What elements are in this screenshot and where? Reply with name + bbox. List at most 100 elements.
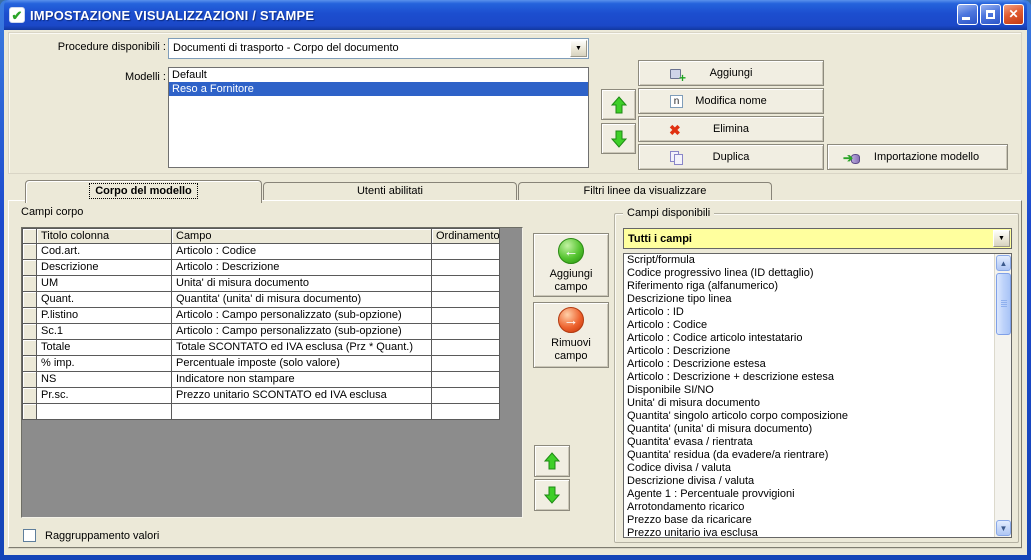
ordinamento-cell[interactable] (432, 404, 500, 420)
table-row[interactable]: NS Indicatore non stampare (23, 372, 500, 388)
rimuovi-campo-button[interactable]: → Rimuovi campo (533, 302, 609, 368)
row-selector-cell[interactable] (23, 308, 37, 324)
campo-cell[interactable]: Articolo : Campo personalizzato (sub-opz… (172, 308, 432, 324)
table-row[interactable]: P.listino Articolo : Campo personalizzat… (23, 308, 500, 324)
list-item[interactable]: Quantita' evasa / rientrata (624, 436, 994, 449)
grid-header-campo[interactable]: Campo (172, 229, 432, 244)
scrollbar-thumb[interactable] (996, 273, 1011, 335)
list-item[interactable]: Script/formula (624, 254, 994, 267)
list-item[interactable]: Riferimento riga (alfanumerico) (624, 280, 994, 293)
row-selector-cell[interactable] (23, 404, 37, 420)
ordinamento-cell[interactable] (432, 308, 500, 324)
table-row[interactable]: Cod.art. Articolo : Codice (23, 244, 500, 260)
modelli-list-item[interactable]: Reso a Fornitore (169, 82, 588, 96)
minimize-button[interactable] (957, 4, 978, 25)
titolo-colonna-cell[interactable] (37, 404, 172, 420)
importazione-modello-button[interactable]: ➔ Importazione modello (827, 144, 1008, 170)
model-move-down-button[interactable] (601, 123, 636, 154)
list-item[interactable]: Codice divisa / valuta (624, 462, 994, 475)
titolo-colonna-cell[interactable]: % imp. (37, 356, 172, 372)
list-item[interactable]: Articolo : ID (624, 306, 994, 319)
titolo-colonna-cell[interactable]: Quant. (37, 292, 172, 308)
campo-cell[interactable]: Quantita' (unita' di misura documento) (172, 292, 432, 308)
aggiungi-button[interactable]: + Aggiungi (638, 60, 824, 86)
tab-filtri-linee[interactable]: Filtri linee da visualizzare (518, 182, 772, 200)
raggruppamento-checkbox[interactable] (23, 529, 36, 542)
table-row[interactable]: Pr.sc. Prezzo unitario SCONTATO ed IVA e… (23, 388, 500, 404)
table-row[interactable]: Quant. Quantita' (unita' di misura docum… (23, 292, 500, 308)
campo-cell[interactable] (172, 404, 432, 420)
ordinamento-cell[interactable] (432, 356, 500, 372)
vertical-scrollbar[interactable]: ▲ ▼ (994, 254, 1011, 537)
field-move-up-button[interactable] (534, 445, 570, 477)
tab-corpo-del-modello[interactable]: Corpo del modello (25, 180, 262, 203)
list-item[interactable]: Disponibile SI/NO (624, 384, 994, 397)
campi-filter-combobox[interactable]: Tutti i campi ▼ (623, 228, 1012, 249)
ordinamento-cell[interactable] (432, 340, 500, 356)
ordinamento-cell[interactable] (432, 260, 500, 276)
list-item[interactable]: Codice progressivo linea (ID dettaglio) (624, 267, 994, 280)
duplica-button[interactable]: Duplica (638, 144, 824, 170)
aggiungi-campo-button[interactable]: ← Aggiungi campo (533, 233, 609, 297)
scroll-down-icon[interactable]: ▼ (996, 520, 1011, 536)
row-selector-cell[interactable] (23, 372, 37, 388)
maximize-button[interactable] (980, 4, 1001, 25)
titolo-colonna-cell[interactable]: Totale (37, 340, 172, 356)
list-item[interactable]: Unita' di misura documento (624, 397, 994, 410)
procedure-combobox[interactable]: Documenti di trasporto - Corpo del docum… (168, 38, 589, 59)
chevron-down-icon[interactable]: ▼ (993, 230, 1010, 247)
row-selector-cell[interactable] (23, 276, 37, 292)
list-item[interactable]: Prezzo unitario iva esclusa (624, 527, 994, 537)
ordinamento-cell[interactable] (432, 292, 500, 308)
table-row-empty[interactable] (23, 404, 500, 420)
row-selector-cell[interactable] (23, 356, 37, 372)
title-bar[interactable]: ✔ IMPOSTAZIONE VISUALIZZAZIONI / STAMPE … (4, 0, 1027, 30)
titolo-colonna-cell[interactable]: P.listino (37, 308, 172, 324)
row-selector-cell[interactable] (23, 340, 37, 356)
list-item[interactable]: Quantita' (unita' di misura documento) (624, 423, 994, 436)
campo-cell[interactable]: Unita' di misura documento (172, 276, 432, 292)
list-item[interactable]: Arrotondamento ricarico (624, 501, 994, 514)
campo-cell[interactable]: Articolo : Campo personalizzato (sub-opz… (172, 324, 432, 340)
list-item[interactable]: Articolo : Codice (624, 319, 994, 332)
elimina-button[interactable]: ✖ Elimina (638, 116, 824, 142)
field-move-down-button[interactable] (534, 479, 570, 511)
campo-cell[interactable]: Percentuale imposte (solo valore) (172, 356, 432, 372)
list-item[interactable]: Articolo : Descrizione estesa (624, 358, 994, 371)
row-selector-cell[interactable] (23, 324, 37, 340)
row-selector-cell[interactable] (23, 388, 37, 404)
row-selector-cell[interactable] (23, 260, 37, 276)
table-row[interactable]: % imp. Percentuale imposte (solo valore) (23, 356, 500, 372)
ordinamento-cell[interactable] (432, 244, 500, 260)
grid-header-ordinamento[interactable]: Ordinamento (432, 229, 500, 244)
scroll-up-icon[interactable]: ▲ (996, 255, 1011, 271)
list-item[interactable]: Quantita' singolo articolo corpo composi… (624, 410, 994, 423)
list-item[interactable]: Quantita' residua (da evadere/a rientrar… (624, 449, 994, 462)
table-row[interactable]: Sc.1 Articolo : Campo personalizzato (su… (23, 324, 500, 340)
list-item[interactable]: Prezzo base da ricaricare (624, 514, 994, 527)
list-item[interactable]: Articolo : Codice articolo intestatario (624, 332, 994, 345)
row-selector-cell[interactable] (23, 292, 37, 308)
titolo-colonna-cell[interactable]: Pr.sc. (37, 388, 172, 404)
modifica-nome-button[interactable]: n Modifica nome (638, 88, 824, 114)
list-item[interactable]: Descrizione tipo linea (624, 293, 994, 306)
campi-corpo-grid[interactable]: Titolo colonna Campo Ordinamento Cod.art… (21, 227, 523, 518)
grid-header-titolo[interactable]: Titolo colonna (37, 229, 172, 244)
titolo-colonna-cell[interactable]: NS (37, 372, 172, 388)
list-item[interactable]: Articolo : Descrizione (624, 345, 994, 358)
row-selector-cell[interactable] (23, 244, 37, 260)
modelli-listbox[interactable]: Default Reso a Fornitore (168, 67, 589, 168)
ordinamento-cell[interactable] (432, 372, 500, 388)
ordinamento-cell[interactable] (432, 324, 500, 340)
ordinamento-cell[interactable] (432, 276, 500, 292)
campi-disponibili-listbox[interactable]: Script/formula Codice progressivo linea (… (623, 253, 1012, 538)
list-item[interactable]: Agente 1 : Percentuale provvigioni (624, 488, 994, 501)
campo-cell[interactable]: Prezzo unitario SCONTATO ed IVA esclusa (172, 388, 432, 404)
ordinamento-cell[interactable] (432, 388, 500, 404)
campo-cell[interactable]: Articolo : Descrizione (172, 260, 432, 276)
table-row[interactable]: Totale Totale SCONTATO ed IVA esclusa (P… (23, 340, 500, 356)
titolo-colonna-cell[interactable]: UM (37, 276, 172, 292)
chevron-down-icon[interactable]: ▼ (570, 40, 587, 57)
close-button[interactable]: ✕ (1003, 4, 1024, 25)
titolo-colonna-cell[interactable]: Descrizione (37, 260, 172, 276)
